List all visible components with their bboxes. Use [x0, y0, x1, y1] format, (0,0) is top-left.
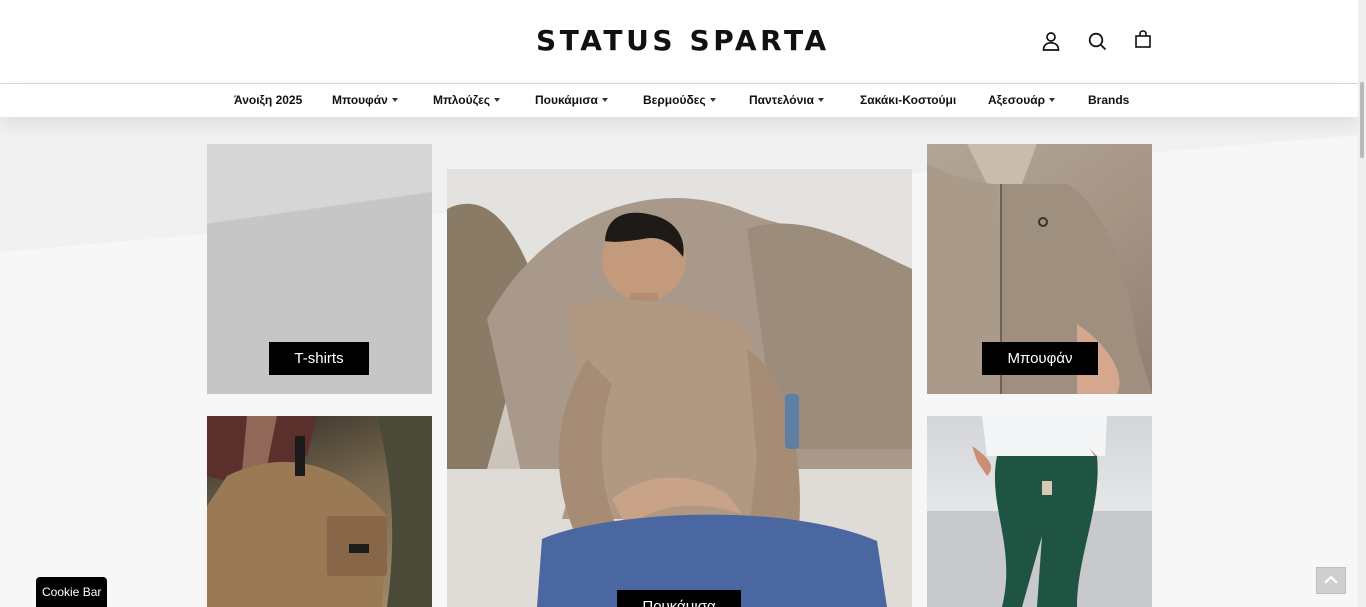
nav-item-blazers-suits[interactable]: Σακάκι-Κοστούμι [860, 93, 956, 107]
caret-down-icon [494, 98, 501, 102]
nav-item-accessories[interactable]: Αξεσουάρ [988, 93, 1056, 107]
tile-label[interactable]: Μπουφάν [982, 342, 1098, 375]
category-tile-trousers[interactable] [207, 416, 432, 607]
caret-down-icon [601, 98, 608, 102]
tile-label[interactable]: Πουκάμισα [617, 590, 741, 607]
cargo-pants-photo [207, 416, 432, 607]
site-header: STATUS SPARTA [0, 0, 1358, 84]
category-tile-jackets[interactable]: Μπουφάν [927, 144, 1152, 394]
nav-item-shirts[interactable]: Πουκάμισα [535, 93, 608, 107]
nav-item-label: Πουκάμισα [535, 93, 598, 107]
shirts-photo [447, 169, 912, 607]
nav-item-label: Βερμούδες [643, 93, 706, 107]
nav-item-label: Μπλούζες [433, 93, 491, 107]
category-tile-tshirts[interactable]: T-shirts [207, 144, 432, 394]
tile-label[interactable]: T-shirts [269, 342, 369, 375]
nav-item-trousers[interactable]: Παντελόνια [749, 93, 825, 107]
scrollbar-thumb[interactable] [1360, 82, 1364, 158]
nav-item-brands[interactable]: Brands [1088, 93, 1129, 107]
search-icon[interactable] [1086, 30, 1108, 52]
tracksuit-photo [927, 416, 1152, 607]
nav-item-label: Παντελόνια [749, 93, 815, 107]
nav-item-jackets[interactable]: Μπουφάν [332, 93, 398, 107]
nav-item-label: Αξεσουάρ [988, 93, 1046, 107]
page-scrollbar[interactable] [1358, 0, 1366, 607]
site-logo[interactable]: STATUS SPARTA [536, 24, 830, 57]
user-icon[interactable] [1040, 30, 1062, 52]
caret-down-icon [818, 98, 825, 102]
nav-item-label: Μπουφάν [332, 93, 388, 107]
chevron-up-icon [1324, 575, 1338, 584]
caret-down-icon [1049, 98, 1056, 102]
main-navigation: Άνοιξη 2025 Μπουφάν Μπλούζες Πουκάμισα Β… [0, 84, 1358, 117]
shopping-bag-icon[interactable] [1132, 29, 1154, 51]
category-tile-tracksuits[interactable] [927, 416, 1152, 607]
nav-item-spring-2025[interactable]: Άνοιξη 2025 [234, 93, 302, 107]
caret-down-icon [709, 98, 716, 102]
nav-item-tops[interactable]: Μπλούζες [433, 93, 501, 107]
caret-down-icon [391, 98, 398, 102]
nav-item-label: Άνοιξη 2025 [234, 93, 303, 107]
nav-item-label: Σακάκι-Κοστούμι [860, 93, 957, 107]
nav-item-shorts[interactable]: Βερμούδες [643, 93, 716, 107]
back-to-top-button[interactable] [1316, 567, 1346, 594]
cookie-bar-button[interactable]: Cookie Bar [36, 577, 108, 607]
nav-item-label: Brands [1088, 93, 1130, 107]
category-tile-shirts[interactable]: Πουκάμισα [447, 169, 912, 607]
